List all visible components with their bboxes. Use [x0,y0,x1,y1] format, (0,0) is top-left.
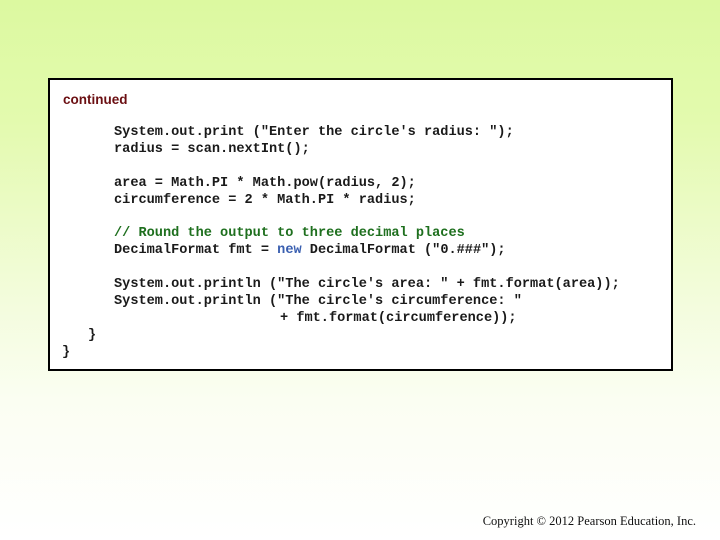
code-text: DecimalFormat fmt = [114,243,278,258]
code-keyword: new [277,243,302,258]
code-comment: // Round the output to three decimal pla… [114,226,465,241]
code-line: DecimalFormat fmt = new DecimalFormat ("… [114,242,506,259]
code-line: circumference = 2 * Math.PI * radius; [114,193,416,208]
code-line: System.out.println ("The circle's area: … [114,277,620,292]
closing-brace: } [88,328,97,343]
code-line: + fmt.format(circumference)); [280,311,517,326]
code-line: System.out.print ("Enter the circle's ra… [114,125,514,140]
copyright-notice: Copyright © 2012 Pearson Education, Inc. [482,514,696,528]
code-line: area = Math.PI * Math.pow(radius, 2); [114,176,416,191]
code-line: radius = scan.nextInt(); [114,142,310,157]
code-listing-box: continued System.out.print ("Enter the c… [48,78,673,371]
code-block: System.out.print ("Enter the circle's ra… [50,80,620,360]
code-text: DecimalFormat ("0.###"); [301,243,506,258]
code-line: System.out.println ("The circle's circum… [114,294,522,309]
closing-brace: } [62,345,71,360]
